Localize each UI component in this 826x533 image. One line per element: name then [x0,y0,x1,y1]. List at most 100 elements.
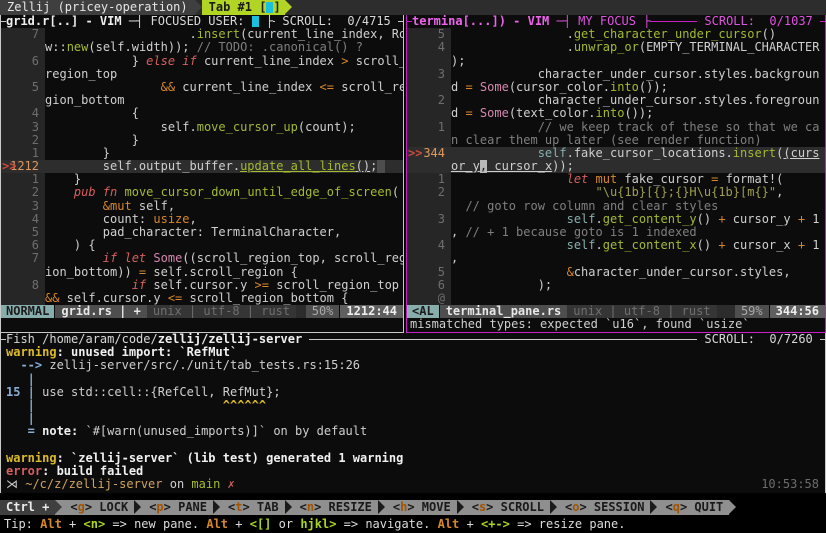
ctrl-prefix: Ctrl + [0,500,55,515]
code-row: >>344 self.fake_cursor_locations.insert(… [407,147,825,160]
terminal-line: | ^^^^^^ [1,399,825,412]
code-row: region_top [1,68,403,81]
code-row: 5 &character_under_cursor.styles, [407,266,825,279]
code-row: 3 self.get_content_y() + cursor_y + 1 [407,213,825,226]
separator-arrow-icon [285,500,294,515]
mode-ribbon-session[interactable]: <o> SESSION [559,500,651,515]
pane-title-text: Fish /home/aram/code/ [6,333,158,346]
code-row: or_y, cursor_x)); [407,160,825,173]
clock: 10:53:58 [761,478,819,491]
terminal-line: warning: `zellij-server` (lib test) gene… [1,452,825,465]
mode-ribbon-pane[interactable]: <p> PANE [143,500,213,515]
pane-title-right: termina[...]) - VIM ─┤ MY FOCUS ├ SCROLL… [407,15,825,28]
pane-title-text: termina[...]) - VIM [412,15,557,28]
terminal-line: | [1,373,825,386]
code-row: @ [407,292,825,305]
code-row: ion_bottom)) = self.scroll_region { [1,266,403,279]
scroll-indicator: SCROLL: 0/4715 [275,15,398,28]
separator-arrow-icon [55,500,64,515]
zellij-screen: Zellij (pricey-operation) Tab #1 [] grid… [0,0,826,533]
separator-arrow-icon [729,500,738,515]
statusline-left: NORMAL grid.rs | + unix | utf-8 | rust 5… [1,305,403,318]
pane-terminal-pane-rs[interactable]: termina[...]) - VIM ─┤ MY FOCUS ├ SCROLL… [406,15,826,333]
mode-ribbon-scroll[interactable]: <s> SCROLL [466,500,550,515]
code-row: 1 } [1,147,403,160]
code-row: 2 pub fn move_cursor_down_until_edge_of_… [1,186,403,199]
code-row: 4 count: usize, [1,213,403,226]
file-name: grid.rs | + [55,305,146,318]
mode-ribbon-move[interactable]: <h> MOVE [387,500,457,515]
code-row: 4 .unwrap_or(EMPTY_TERMINAL_CHARACTER [407,41,825,54]
file-meta: unix | utf-8 | rust [147,305,296,318]
separator-arrow-icon [285,0,292,14]
user-presence-block [266,2,273,13]
focused-user-label: ─┤ FOCUSED USER: [129,15,252,28]
pane-grid-rs[interactable]: grid.r[..] - VIM ─┤ FOCUSED USER: ├ SCRO… [0,15,404,333]
separator-arrow-icon [213,500,222,515]
vim-mode: NORMAL [1,305,54,318]
separator-arrow-icon [650,500,659,515]
terminal-line: 15 | use std::cell::{RefCell, RefMut}; [1,386,825,399]
tip-bar: Tip: Alt + <n> => new pane. Alt + <[] or… [0,517,826,533]
pane-title-fish: Fish /home/aram/code/ zellij/zellij-serv… [1,333,825,346]
mode-ribbon-resize[interactable]: <n> RESIZE [294,500,378,515]
code-row: d = Some(cursor_color.into()); [407,81,825,94]
mode-ribbon-tab[interactable]: <t> TAB [222,500,285,515]
code-row: 3 &mut self, [1,200,403,213]
code-row: >>1212 self.output_buffer.update_all_lin… [1,160,403,173]
session-name: Zellij (pricey-operation) [0,0,195,15]
code-row: 2 } [1,134,403,147]
code-row: 7 .insert(current_line_index, Ro [1,28,403,41]
code-row: n clear them up later (see render functi… [407,134,825,147]
code-row: // goto row column and clear styles [407,200,825,213]
scroll-indicator: SCROLL: 0/7260 [697,333,820,346]
code-row: 2 "\u{1b}[{};{}H\u{1b}[m{}", [407,186,825,199]
cmdline-left [1,318,403,331]
code-row: gion_bottom [1,94,403,107]
code-row: 4 self.get_content_x() + cursor_x + 1 [407,239,825,252]
code-row: d = Some(text_color.into()); [407,107,825,120]
scroll-indicator: SCROLL: 0/1037 [697,15,820,28]
code-row: , [407,252,825,265]
code-row: 6 ) { [1,239,403,252]
focused-user-block [252,16,259,27]
code-row: 3 character_under_cursor.styles.backgrou… [407,68,825,81]
code-row: w::new(self.width)); // TODO: .canonical… [1,41,403,54]
code-rows-right: 5 .get_character_under_cursor()4 .unwrap… [407,28,825,305]
code-row: 6 ); [407,279,825,292]
my-focus-label: ─┤ MY FOCUS ├ [557,15,651,28]
cursor-position: 1212:44 [340,305,403,318]
code-row: 1 } [1,173,403,186]
pane-fish-terminal[interactable]: Fish /home/aram/code/ zellij/zellij-serv… [0,333,826,493]
separator-arrow-icon [134,500,143,515]
code-row: 4 { [1,107,403,120]
code-row: 5 .get_character_under_cursor() [407,28,825,41]
code-row: 1 // we keep track of these so that we c… [407,121,825,134]
terminal-line [1,439,825,452]
pane-title-text: grid.r[..] - VIM [6,15,129,28]
code-row: , // + 1 because goto is 1 indexed [407,226,825,239]
mode-ribbon-quit[interactable]: <q> QUIT [659,500,729,515]
separator-arrow-icon [550,500,559,515]
pane-title-left: grid.r[..] - VIM ─┤ FOCUSED USER: ├ SCRO… [1,15,403,28]
keybind-bar: Ctrl + <g> LOCK <p> PANE <t> TAB <n> RESIZE… [0,500,826,515]
separator-arrow-icon [457,500,466,515]
code-rows-left: 7 .insert(current_line_index, Row::new(s… [1,28,403,305]
cmdline-right: mismatched types: expected `u16`, found … [407,318,825,331]
terminal-line: ⋊ ~/c/z/zellij-server on main ✗10:53:58 [1,478,825,491]
tab-1[interactable]: Tab #1 [] [202,0,285,15]
terminal-line: --> zellij-server/src/./unit/tab_tests.r… [1,359,825,372]
code-row: 7 if let Some((scroll_region_top, scroll… [1,252,403,265]
tab-bar: Zellij (pricey-operation) Tab #1 [] [0,0,826,15]
code-row: 8 if self.cursor.y >= scroll_region_top [1,279,403,292]
separator-arrow-icon [195,0,202,14]
code-row: 1 let mut fake_cursor = format!( [407,173,825,186]
cursor-position: 344:56 [770,305,825,318]
code-row: 2 character_under_cursor.styles.foregrou… [407,94,825,107]
mode-ribbon-lock[interactable]: <g> LOCK [64,500,134,515]
fish-output: warning: unused import: `RefMut` --> zel… [1,346,825,491]
code-row: 5 pad_character: TerminalCharacter, [1,226,403,239]
code-row: 5 && current_line_index <= scroll_re [1,81,403,94]
code-row: 6 } else if current_line_index > scroll_ [1,55,403,68]
scroll-percent: 50% [306,305,340,318]
